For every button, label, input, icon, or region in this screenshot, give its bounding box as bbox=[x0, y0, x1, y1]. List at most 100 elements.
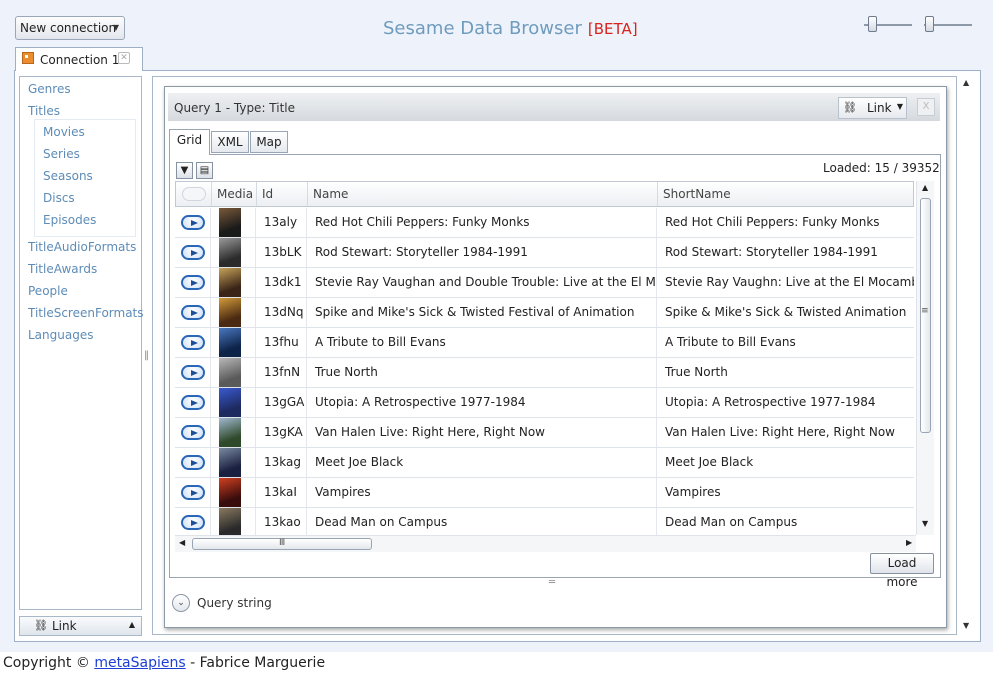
grid-horizontal-scrollbar[interactable]: ◀ Ⅲ ▶ bbox=[175, 535, 916, 552]
id-cell: 13kaI bbox=[256, 478, 307, 507]
filter-icon[interactable]: ▼ bbox=[176, 162, 193, 179]
arrow-right-icon[interactable] bbox=[181, 425, 205, 440]
content-scrollbar[interactable]: ▲ ▼ bbox=[958, 76, 976, 635]
arrow-right-icon[interactable] bbox=[181, 215, 205, 230]
id-cell: 13gGA bbox=[256, 388, 307, 417]
table-row[interactable]: 13aly Red Hot Chili Peppers: Funky Monks R… bbox=[175, 208, 914, 238]
zoom-slider-2[interactable] bbox=[924, 16, 972, 32]
table-row[interactable]: 13dNq Spike and Mike's Sick & Twisted Fes… bbox=[175, 298, 914, 328]
close-query-button[interactable]: X bbox=[917, 98, 935, 116]
shortname-cell: Rod Stewart: Storyteller 1984-1991 bbox=[665, 245, 878, 259]
arrow-right-icon[interactable] bbox=[181, 455, 205, 470]
sidebar-item-languages[interactable]: Languages bbox=[28, 328, 93, 342]
new-connection-dropdown[interactable]: New connection ▼ bbox=[15, 16, 125, 40]
arrow-right-icon[interactable] bbox=[181, 365, 205, 380]
scroll-down-icon[interactable]: ▼ bbox=[963, 621, 969, 630]
table-row[interactable]: 13kag Meet Joe Black Meet Joe Black bbox=[175, 448, 914, 478]
arrow-right-icon[interactable] bbox=[181, 485, 205, 500]
row-action-cell bbox=[175, 508, 211, 535]
query-string-label[interactable]: Query string bbox=[197, 596, 272, 610]
tab-xml[interactable]: XML bbox=[211, 131, 249, 153]
sidebar-item-genres[interactable]: Genres bbox=[28, 82, 71, 96]
table-row[interactable]: 13gKA Van Halen Live: Right Here, Right N… bbox=[175, 418, 914, 448]
grip-icon: ≡ bbox=[921, 306, 929, 316]
row-action-cell bbox=[175, 478, 211, 507]
query-link-button[interactable]: ⛓ Link ▼ bbox=[838, 97, 907, 119]
media-thumbnail[interactable] bbox=[219, 358, 241, 387]
name-cell: Vampires bbox=[307, 478, 657, 507]
column-header-media[interactable]: Media bbox=[212, 182, 257, 206]
arrow-right-icon[interactable] bbox=[181, 515, 205, 530]
sidebar-item-series[interactable]: Series bbox=[43, 147, 80, 161]
id-cell: 13dk1 bbox=[256, 268, 307, 297]
column-header-name[interactable]: Name bbox=[308, 182, 658, 206]
media-cell bbox=[211, 448, 256, 477]
media-thumbnail[interactable] bbox=[219, 268, 241, 297]
header-action bbox=[176, 182, 212, 206]
scroll-left-icon[interactable]: ◀ bbox=[179, 538, 185, 547]
arrow-right-icon[interactable] bbox=[181, 305, 205, 320]
id-cell: 13dNq bbox=[256, 298, 307, 327]
load-more-button[interactable]: Load more bbox=[870, 553, 934, 589]
arrow-right-icon[interactable] bbox=[181, 245, 205, 260]
arrow-right-icon bbox=[182, 187, 206, 201]
table-row[interactable]: 13bLK Rod Stewart: Storyteller 1984-1991 R… bbox=[175, 238, 914, 268]
app-title: Sesame Data Browser bbox=[383, 18, 582, 39]
arrow-right-icon[interactable] bbox=[181, 395, 205, 410]
table-row[interactable]: 13kaI Vampires Vampires bbox=[175, 478, 914, 508]
app-title-bar: Sesame Data Browser [BETA] bbox=[383, 18, 638, 39]
name-cell: Van Halen Live: Right Here, Right Now bbox=[307, 418, 657, 447]
arrow-right-icon[interactable] bbox=[181, 275, 205, 290]
media-thumbnail[interactable] bbox=[219, 208, 241, 237]
media-thumbnail[interactable] bbox=[219, 388, 241, 417]
sidebar-item-title-audio-formats[interactable]: TitleAudioFormats bbox=[28, 240, 136, 254]
media-thumbnail[interactable] bbox=[219, 298, 241, 327]
column-header-id[interactable]: Id bbox=[257, 182, 308, 206]
table-row[interactable]: 13gGA Utopia: A Retrospective 1977-1984 Ut… bbox=[175, 388, 914, 418]
table-row[interactable]: 13fhu A Tribute to Bill Evans A Tribute to… bbox=[175, 328, 914, 358]
media-thumbnail[interactable] bbox=[219, 418, 241, 447]
vertical-splitter[interactable]: ‖ bbox=[144, 350, 149, 361]
sidebar-item-movies[interactable]: Movies bbox=[43, 125, 85, 139]
author-text: - Fabrice Marguerie bbox=[190, 655, 326, 671]
chevron-down-icon[interactable]: ⌄ bbox=[172, 594, 190, 612]
name-cell: Rod Stewart: Storyteller 1984-1991 bbox=[307, 238, 657, 267]
grid-vertical-scrollbar[interactable]: ▲ ≡ ▼ bbox=[916, 181, 934, 535]
media-cell bbox=[211, 298, 256, 327]
sidebar-item-titles[interactable]: Titles bbox=[28, 104, 60, 118]
sidebar-item-seasons[interactable]: Seasons bbox=[43, 169, 93, 183]
sidebar-item-episodes[interactable]: Episodes bbox=[43, 213, 96, 227]
zoom-slider-1[interactable] bbox=[864, 16, 912, 32]
close-icon[interactable]: ✕ bbox=[118, 52, 130, 64]
scroll-right-icon[interactable]: ▶ bbox=[906, 538, 912, 547]
table-row[interactable]: 13dk1 Stevie Ray Vaughan and Double Troub… bbox=[175, 268, 914, 298]
horizontal-splitter[interactable]: ═ bbox=[549, 577, 555, 588]
arrow-right-icon[interactable] bbox=[181, 335, 205, 350]
sidebar-item-title-awards[interactable]: TitleAwards bbox=[28, 262, 97, 276]
sidebar-link-button[interactable]: ⛓ Link ▲ bbox=[19, 616, 142, 636]
tab-map[interactable]: Map bbox=[250, 131, 288, 153]
sidebar-item-title-screen-formats[interactable]: TitleScreenFormats bbox=[28, 306, 144, 320]
media-thumbnail[interactable] bbox=[219, 328, 241, 357]
sidebar-item-people[interactable]: People bbox=[28, 284, 68, 298]
scroll-up-icon[interactable]: ▲ bbox=[922, 183, 928, 192]
table-row[interactable]: 13fnN True North True North bbox=[175, 358, 914, 388]
tab-connection-1[interactable]: Connection 1 ✕ bbox=[15, 47, 143, 71]
media-thumbnail[interactable] bbox=[219, 478, 241, 507]
tab-grid[interactable]: Grid bbox=[169, 129, 210, 155]
scroll-up-icon[interactable]: ▲ bbox=[963, 78, 969, 87]
shortname-cell: Red Hot Chili Peppers: Funky Monks bbox=[665, 215, 880, 229]
slider-thumb[interactable] bbox=[868, 16, 877, 32]
media-thumbnail[interactable] bbox=[219, 448, 241, 477]
scroll-down-icon[interactable]: ▼ bbox=[922, 519, 928, 528]
columns-icon[interactable]: ▤ bbox=[196, 162, 213, 179]
column-header-shortname[interactable]: ShortName bbox=[658, 182, 915, 206]
table-row[interactable]: 13kao Dead Man on Campus Dead Man on Campu… bbox=[175, 508, 914, 535]
metasapiens-link[interactable]: metaSapiens bbox=[94, 655, 185, 671]
row-action-cell bbox=[175, 448, 211, 477]
media-thumbnail[interactable] bbox=[219, 238, 241, 267]
beta-badge: [BETA] bbox=[587, 20, 638, 38]
media-thumbnail[interactable] bbox=[219, 508, 241, 535]
slider-thumb[interactable] bbox=[925, 16, 934, 32]
sidebar-item-discs[interactable]: Discs bbox=[43, 191, 75, 205]
